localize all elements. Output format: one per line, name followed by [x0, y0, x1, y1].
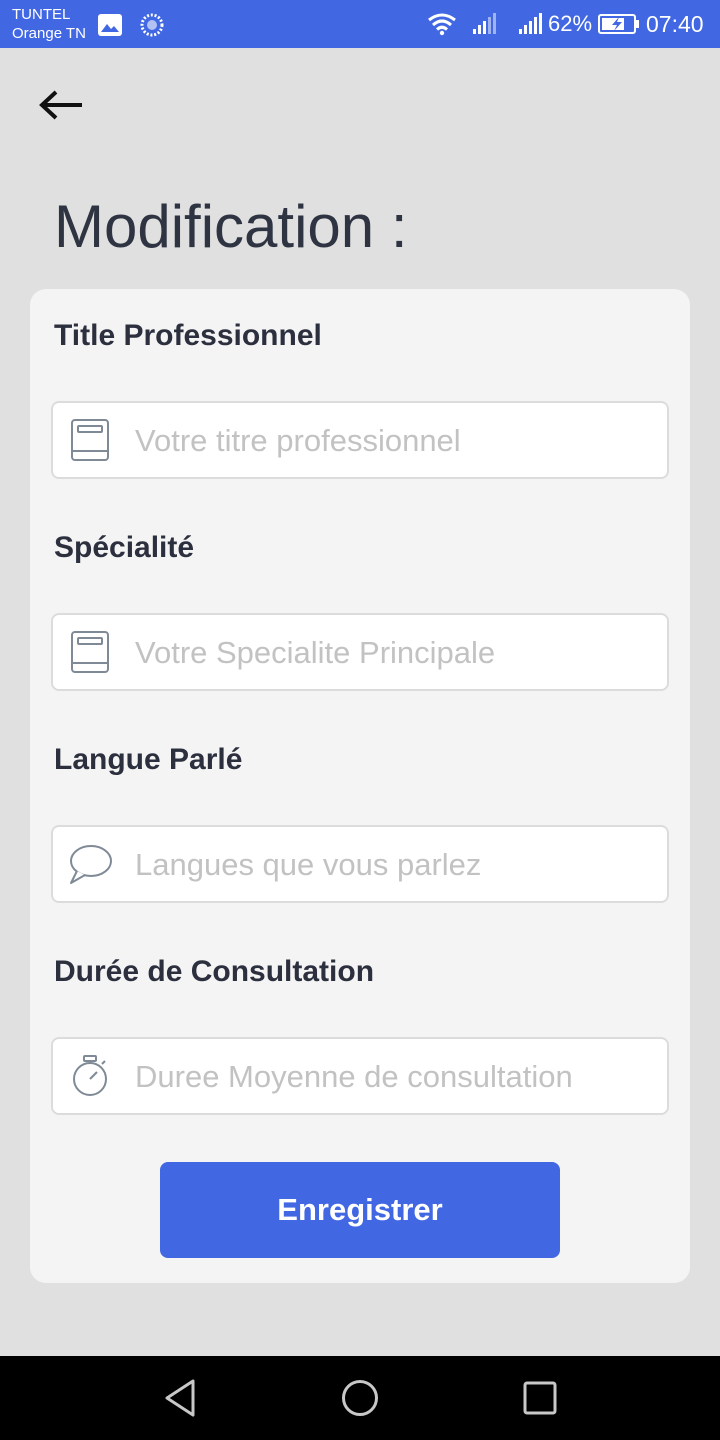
label-langue-parle: Langue Parlé — [54, 743, 243, 776]
nav-back-icon[interactable] — [162, 1378, 198, 1418]
signal-icon — [519, 13, 542, 34]
languages-field[interactable] — [51, 825, 669, 903]
wifi-icon — [428, 13, 456, 36]
carrier-operator: Orange TN — [12, 25, 86, 42]
system-nav-bar — [0, 1356, 720, 1440]
specialty-input[interactable] — [135, 627, 655, 679]
form-card: Title Professionnel Spécialité Langue Pa… — [30, 289, 690, 1283]
duration-input[interactable] — [135, 1051, 655, 1103]
languages-input[interactable] — [135, 839, 655, 891]
label-title-professionnel: Title Professionnel — [54, 319, 322, 352]
clock-time: 07:40 — [646, 11, 704, 37]
image-icon — [98, 14, 122, 36]
stopwatch-icon — [73, 1055, 107, 1096]
book-icon — [71, 419, 109, 461]
signal-icon — [473, 13, 496, 34]
back-button[interactable] — [36, 84, 88, 128]
save-button[interactable]: Enregistrer — [160, 1162, 560, 1258]
carrier-name: TUNTEL — [12, 6, 71, 23]
label-specialite: Spécialité — [54, 531, 195, 564]
battery-charging-icon — [598, 14, 639, 34]
specialty-field[interactable] — [51, 613, 669, 691]
page-title: Modification : — [54, 193, 408, 260]
duration-field[interactable] — [51, 1037, 669, 1115]
title-input[interactable] — [135, 415, 655, 467]
sync-icon — [140, 13, 164, 37]
label-duree-consultation: Durée de Consultation — [54, 955, 375, 988]
nav-recents-icon[interactable] — [523, 1380, 557, 1416]
battery-percent: 62% — [548, 11, 593, 36]
chat-bubble-icon — [70, 845, 112, 884]
nav-home-icon[interactable] — [341, 1378, 379, 1418]
book-icon — [71, 631, 109, 673]
arrow-left-icon — [39, 90, 82, 120]
status-bar: TUNTEL Orange TN 62% 07:40 — [0, 0, 720, 48]
title-field[interactable] — [51, 401, 669, 479]
